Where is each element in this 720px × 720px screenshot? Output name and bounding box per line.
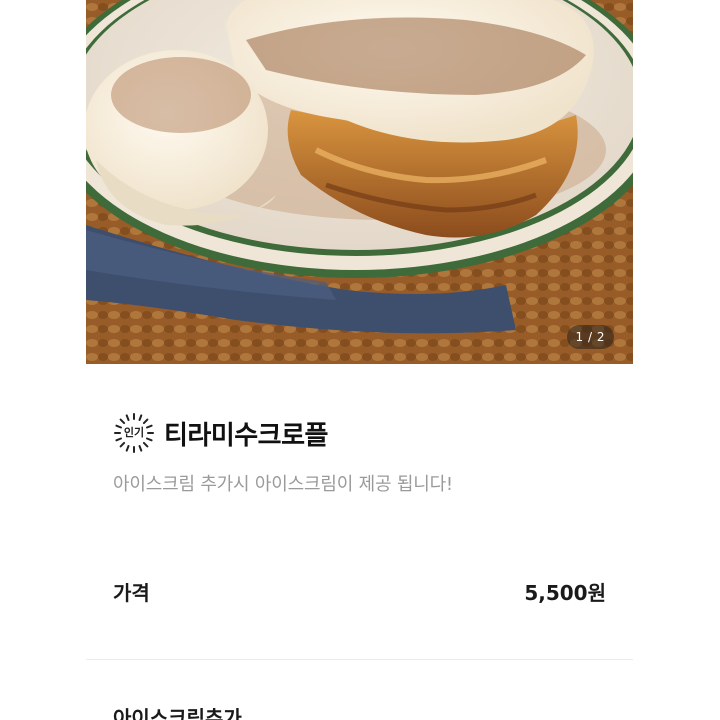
menu-detail-page: 1 / 2 인기 티라미수크로플 아이스크림 추가시 아이스크림이 제공 됩니다… (0, 0, 720, 720)
product-name: 티라미수크로플 (164, 420, 328, 451)
popular-badge: 인기 (112, 411, 156, 455)
image-pager-indicator: 1 / 2 (566, 325, 614, 349)
price-label: 가격 (113, 581, 150, 605)
section-divider (86, 659, 633, 660)
option-section-title: 아이스크림추가 (113, 706, 242, 720)
badge-label: 인기 (123, 426, 145, 439)
price-row: 가격 5,500원 (113, 577, 606, 606)
product-image-carousel[interactable]: 1 / 2 (86, 0, 633, 364)
product-photo (86, 0, 633, 364)
product-description: 아이스크림 추가시 아이스크림이 제공 됩니다! (113, 474, 453, 495)
product-title-row: 인기 티라미수크로플 (112, 410, 328, 456)
price-value: 5,500원 (524, 581, 606, 605)
